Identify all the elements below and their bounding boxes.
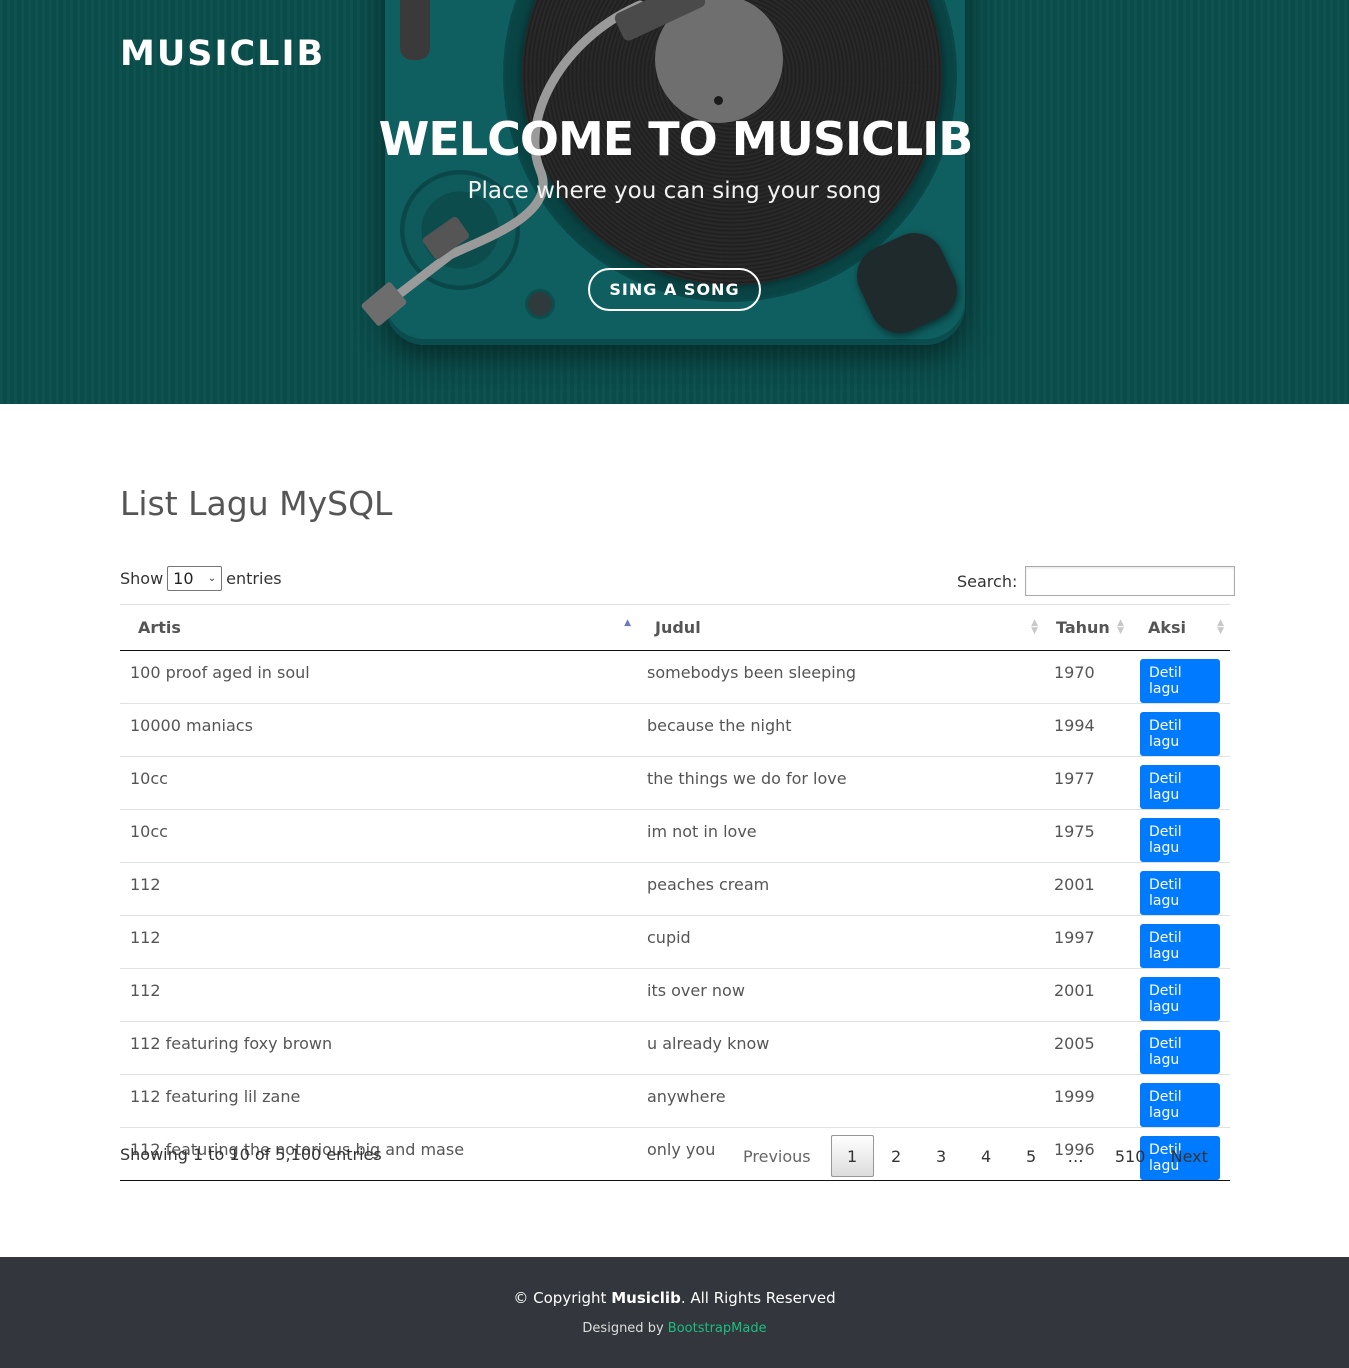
cell-tahun: 1999 <box>1044 1074 1130 1128</box>
cell-tahun: 2005 <box>1044 1021 1130 1075</box>
table-row: 112 featuring lil zane anywhere 1999 Detil … <box>120 1074 1230 1128</box>
search-label: Search: <box>957 571 1018 591</box>
previous-page-button[interactable]: Previous <box>728 1135 831 1177</box>
detil-lagu-button[interactable]: Detil lagu <box>1140 1083 1220 1127</box>
page-button-last[interactable]: 510 <box>1098 1135 1163 1177</box>
cell-judul: its over now <box>637 968 1044 1022</box>
next-page-button[interactable]: Next <box>1163 1135 1224 1177</box>
table-row: 112 featuring foxy brown u already know 20… <box>120 1021 1230 1075</box>
copyright-text: © Copyright Musiclib. All Rights Reserve… <box>513 1289 836 1307</box>
table-header-row: Artis ▲ Judul ▲ ▼ Tahun ▲ ▼ Aksi ▲ ▼ <box>120 604 1230 651</box>
entries-length-control: Show 10 ⌄ entries <box>120 566 282 591</box>
cell-tahun: 1994 <box>1044 703 1130 757</box>
bootstrapmade-link[interactable]: BootstrapMade <box>668 1321 767 1336</box>
cell-aksi: Detil lagu <box>1130 703 1230 757</box>
search-control: Search: <box>957 566 1236 596</box>
table-row: 112 peaches cream 2001 Detil lagu <box>120 862 1230 916</box>
cell-aksi: Detil lagu <box>1130 915 1230 969</box>
cell-artis: 112 <box>120 862 637 916</box>
column-header-tahun[interactable]: Tahun ▲ ▼ <box>1044 604 1130 651</box>
cell-artis: 10cc <box>120 809 637 863</box>
sing-a-song-button[interactable]: SING A SONG <box>588 268 761 311</box>
hero-subtitle: Place where you can sing your song <box>467 178 882 204</box>
detil-lagu-button[interactable]: Detil lagu <box>1140 818 1220 862</box>
chevron-down-icon: ⌄ <box>207 573 217 584</box>
hero-section: MUSICLIB WELCOME TO MUSICLIB Place where… <box>0 0 1349 404</box>
cell-aksi: Detil lagu <box>1130 809 1230 863</box>
table-body: 100 proof aged in soul somebodys been sle… <box>120 650 1230 1181</box>
detil-lagu-button[interactable]: Detil lagu <box>1140 1030 1220 1074</box>
hero-title: WELCOME TO MUSICLIB <box>378 112 974 166</box>
cell-judul: somebodys been sleeping <box>637 650 1044 704</box>
cell-aksi: Detil lagu <box>1130 968 1230 1022</box>
column-header-artis[interactable]: Artis ▲ <box>120 604 637 651</box>
table-info: Showing 1 to 10 of 5,100 entries <box>120 1145 382 1164</box>
entries-label: entries <box>226 569 282 588</box>
cell-aksi: Detil lagu <box>1130 650 1230 704</box>
pagination: Previous 1 2 3 4 5 … 510 Next <box>728 1135 1224 1177</box>
column-header-aksi[interactable]: Aksi ▲ ▼ <box>1130 604 1230 651</box>
cell-aksi: Detil lagu <box>1130 1021 1230 1075</box>
cell-tahun: 1975 <box>1044 809 1130 863</box>
detil-lagu-button[interactable]: Detil lagu <box>1140 712 1220 756</box>
section-title: List Lagu MySQL <box>120 484 393 523</box>
spindle-image <box>714 96 723 105</box>
cell-judul: anywhere <box>637 1074 1044 1128</box>
small-knob-image <box>528 292 552 316</box>
search-input[interactable] <box>1025 566 1236 596</box>
table-row: 10cc im not in love 1975 Detil lagu <box>120 809 1230 863</box>
footer-brand: Musiclib <box>611 1289 681 1307</box>
table-row: 112 cupid 1997 Detil lagu <box>120 915 1230 969</box>
sort-asc-icon: ▲ <box>624 618 631 628</box>
cell-artis: 112 featuring lil zane <box>120 1074 637 1128</box>
page-button-5[interactable]: 5 <box>1009 1135 1054 1177</box>
sort-icon: ▲ ▼ <box>1117 618 1124 636</box>
cell-artis: 10000 maniacs <box>120 703 637 757</box>
page-button-1[interactable]: 1 <box>830 1135 874 1177</box>
cell-artis: 112 <box>120 915 637 969</box>
detil-lagu-button[interactable]: Detil lagu <box>1140 871 1220 915</box>
cell-tahun: 2001 <box>1044 862 1130 916</box>
sort-icon: ▲ ▼ <box>1217 618 1224 636</box>
entries-length-select[interactable]: 10 ⌄ <box>167 566 223 591</box>
show-label: Show <box>120 569 164 588</box>
page-button-2[interactable]: 2 <box>874 1135 919 1177</box>
detil-lagu-button[interactable]: Detil lagu <box>1140 924 1220 968</box>
column-header-judul[interactable]: Judul ▲ ▼ <box>637 604 1044 651</box>
page-button-4[interactable]: 4 <box>964 1135 1009 1177</box>
table-row: 100 proof aged in soul somebodys been sle… <box>120 650 1230 704</box>
detil-lagu-button[interactable]: Detil lagu <box>1140 765 1220 809</box>
table-row: 10cc the things we do for love 1977 Detil l… <box>120 756 1230 810</box>
cell-tahun: 1997 <box>1044 915 1130 969</box>
cell-aksi: Detil lagu <box>1130 1074 1230 1128</box>
cell-artis: 10cc <box>120 756 637 810</box>
cell-judul: peaches cream <box>637 862 1044 916</box>
footer: © Copyright Musiclib. All Rights Reserve… <box>0 1257 1349 1368</box>
cell-artis: 100 proof aged in soul <box>120 650 637 704</box>
sort-icon: ▲ ▼ <box>1031 618 1038 636</box>
detil-lagu-button[interactable]: Detil lagu <box>1140 977 1220 1021</box>
page-button-3[interactable]: 3 <box>919 1135 964 1177</box>
cell-artis: 112 <box>120 968 637 1022</box>
cell-artis: 112 featuring foxy brown <box>120 1021 637 1075</box>
table-row: 112 its over now 2001 Detil lagu <box>120 968 1230 1022</box>
credits-text: Designed by BootstrapMade <box>582 1321 767 1336</box>
cell-judul: because the night <box>637 703 1044 757</box>
length-value: 10 <box>173 569 194 588</box>
cell-judul: u already know <box>637 1021 1044 1075</box>
cell-judul: the things we do for love <box>637 756 1044 810</box>
cell-judul: cupid <box>637 915 1044 969</box>
detil-lagu-button[interactable]: Detil lagu <box>1140 659 1220 703</box>
cell-tahun: 1970 <box>1044 650 1130 704</box>
cell-aksi: Detil lagu <box>1130 756 1230 810</box>
pagination-ellipsis: … <box>1067 1146 1084 1166</box>
songs-table: Artis ▲ Judul ▲ ▼ Tahun ▲ ▼ Aksi ▲ ▼ 100 pr… <box>120 604 1230 1181</box>
cell-judul: im not in love <box>637 809 1044 863</box>
cell-aksi: Detil lagu <box>1130 862 1230 916</box>
table-row: 10000 maniacs because the night 1994 Detil … <box>120 703 1230 757</box>
brand-logo[interactable]: MUSICLIB <box>120 34 325 74</box>
cell-tahun: 2001 <box>1044 968 1130 1022</box>
cell-tahun: 1977 <box>1044 756 1130 810</box>
pitch-slider-image <box>400 0 430 60</box>
